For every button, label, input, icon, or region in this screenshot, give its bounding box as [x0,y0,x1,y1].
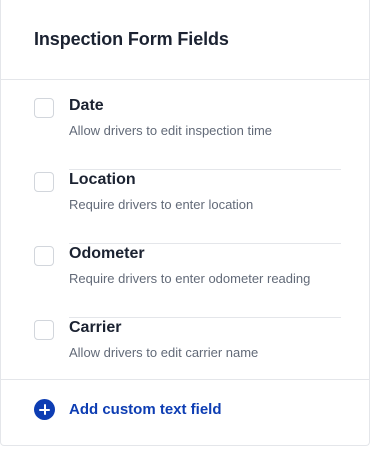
carrier-checkbox[interactable] [34,320,54,340]
date-checkbox[interactable] [34,98,54,118]
add-custom-text-field-button[interactable]: Add custom text field [34,399,222,420]
field-description: Allow drivers to edit inspection time [69,123,273,138]
odometer-checkbox[interactable] [34,246,54,266]
field-description: Allow drivers to edit carrier name [69,345,259,360]
field-label: Date [69,97,104,114]
field-item-odometer: Odometer Require drivers to enter odomet… [1,244,369,318]
field-label: Odometer [69,245,145,262]
field-label: Carrier [69,319,122,336]
field-description: Require drivers to enter location [69,197,254,212]
location-checkbox[interactable] [34,172,54,192]
add-custom-text-field-label: Add custom text field [69,401,222,418]
field-label: Location [69,171,136,188]
field-list: Date Allow drivers to edit inspection ti… [1,80,369,392]
panel-footer: Add custom text field [1,379,369,446]
panel-header: Inspection Form Fields [1,0,369,80]
field-description: Require drivers to enter odometer readin… [69,271,311,286]
panel-title: Inspection Form Fields [34,29,229,49]
plus-circle-icon [34,399,55,420]
inspection-form-fields-panel: Inspection Form Fields Date Allow driver… [0,0,370,446]
field-item-date: Date Allow drivers to edit inspection ti… [1,96,369,170]
field-item-location: Location Require drivers to enter locati… [1,170,369,244]
